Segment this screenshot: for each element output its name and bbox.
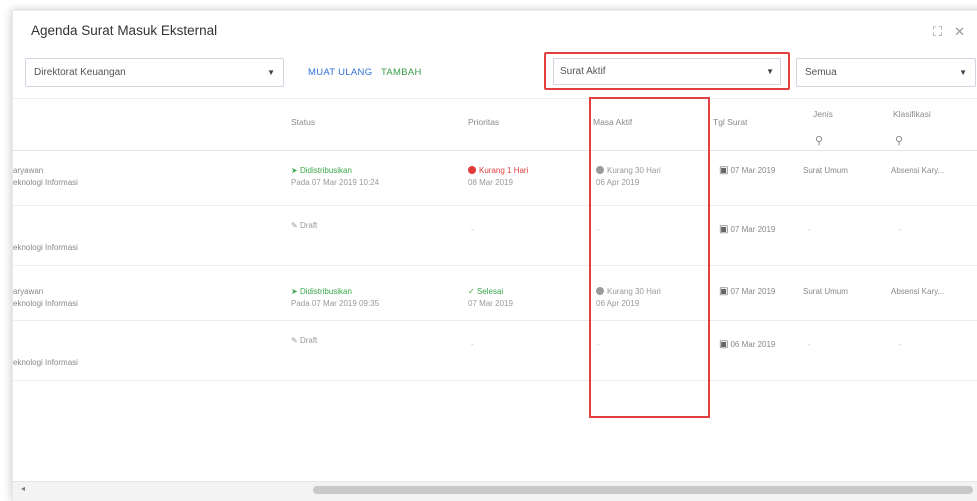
muat-ulang-button[interactable]: MUAT ULANG <box>308 67 372 78</box>
prioritas-date: 07 Mar 2019 <box>468 299 513 308</box>
page-title: Agenda Surat Masuk Eksternal <box>31 23 218 38</box>
jenis-cell: Surat Umum <box>803 166 848 175</box>
chevron-down-icon: ▼ <box>766 66 774 76</box>
direktorat-select[interactable]: Direktorat Keuangan ▼ <box>25 58 284 87</box>
expand-icon[interactable]: ⛶ <box>933 24 942 40</box>
send-icon: ➤ <box>291 166 300 175</box>
jenis-cell: Surat Umum <box>803 287 848 296</box>
status-aktif-select[interactable]: Surat Aktif ▼ <box>553 57 781 85</box>
calendar-icon: ▣ <box>719 286 729 297</box>
row-unit: eknologi Informasi <box>13 299 78 308</box>
masa-cell: Kurang 30 Hari <box>596 165 661 177</box>
col-jenis[interactable]: Jenis <box>813 109 833 119</box>
status-aktif-value: Surat Aktif <box>560 65 606 77</box>
table-header: Status Prioritas Masa Aktif Tgl Surat Je… <box>13 98 977 151</box>
prioritas-date: 08 Mar 2019 <box>468 178 513 187</box>
chevron-down-icon: ▼ <box>959 68 967 77</box>
window-controls: ⛶ ✕ <box>933 24 965 40</box>
jenis-cell: - <box>808 225 811 234</box>
klasifikasi-cell: - <box>899 225 902 234</box>
prioritas-cell: ✓ Selesai <box>468 287 504 296</box>
pencil-icon: ✎ <box>291 221 300 230</box>
masa-date: 06 Apr 2019 <box>596 299 640 308</box>
prioritas-cell: Kurang 1 Hari <box>468 165 528 177</box>
status-cell: ✎ Draft <box>291 336 318 345</box>
jenis-cell: - <box>808 340 811 349</box>
col-masa-aktif[interactable]: Masa Aktif <box>593 117 632 127</box>
pencil-icon: ✎ <box>291 336 300 345</box>
masa-cell: Kurang 30 Hari <box>596 286 661 298</box>
semua-value: Semua <box>805 67 837 78</box>
row-unit: eknologi Informasi <box>13 243 78 252</box>
status-cell: ✎ Draft <box>291 221 318 230</box>
col-klasifikasi[interactable]: Klasifikasi <box>893 109 931 119</box>
masa-date: 06 Apr 2019 <box>596 178 640 187</box>
klasifikasi-cell: Absensi Kary... <box>891 287 945 296</box>
clock-icon <box>596 166 604 174</box>
scrollbar-thumb[interactable] <box>313 486 973 494</box>
row-name: aryawan <box>13 287 44 296</box>
clock-icon <box>596 287 604 295</box>
table-row[interactable]: aryawan eknologi Informasi ➤ Didistribus… <box>13 266 977 321</box>
table-row[interactable]: eknologi Informasi ✎ Draft - - ▣ 07 Mar 2… <box>13 206 977 266</box>
masa-cell: - <box>597 225 600 234</box>
status-aktif-select-highlight[interactable]: Surat Aktif ▼ <box>544 52 790 90</box>
chevron-down-icon: ▼ <box>267 68 275 77</box>
klasifikasi-cell: Absensi Kary... <box>891 166 945 175</box>
row-unit: eknologi Informasi <box>13 358 78 367</box>
search-icon[interactable]: ⚲ <box>815 134 823 147</box>
send-icon: ➤ <box>291 287 300 296</box>
table-row[interactable]: eknologi Informasi ✎ Draft - - ▣ 06 Mar 2… <box>13 321 977 381</box>
col-prioritas[interactable]: Prioritas <box>468 117 499 127</box>
tgl-cell: ▣ 06 Mar 2019 <box>719 339 776 350</box>
calendar-icon: ▣ <box>719 224 729 235</box>
search-icon[interactable]: ⚲ <box>895 134 903 147</box>
prioritas-cell: - <box>471 340 474 349</box>
calendar-icon: ▣ <box>719 165 729 176</box>
direktorat-value: Direktorat Keuangan <box>34 67 126 78</box>
table-row[interactable]: aryawan eknologi Informasi ➤ Didistribus… <box>13 151 977 206</box>
klasifikasi-cell: - <box>899 340 902 349</box>
tgl-cell: ▣ 07 Mar 2019 <box>719 224 776 235</box>
masa-cell: - <box>597 340 600 349</box>
status-cell: ➤ Didistribusikan <box>291 287 352 296</box>
agenda-panel: Agenda Surat Masuk Eksternal ⛶ ✕ Direkto… <box>12 10 977 501</box>
horizontal-scrollbar[interactable]: ◂ <box>13 481 977 501</box>
col-tgl-surat[interactable]: Tgl Surat <box>713 117 748 127</box>
tgl-cell: ▣ 07 Mar 2019 <box>719 165 776 176</box>
calendar-icon: ▣ <box>719 339 729 350</box>
scroll-left-icon[interactable]: ◂ <box>21 484 25 493</box>
status-date: Pada 07 Mar 2019 10:24 <box>291 178 380 187</box>
tambah-button[interactable]: TAMBAH <box>381 67 422 78</box>
alert-icon <box>468 166 476 174</box>
col-status[interactable]: Status <box>291 117 315 127</box>
prioritas-cell: - <box>471 225 474 234</box>
check-icon: ✓ <box>468 287 477 296</box>
row-name: aryawan <box>13 166 44 175</box>
status-cell: ➤ Didistribusikan <box>291 166 352 175</box>
semua-select[interactable]: Semua ▼ <box>796 58 976 87</box>
status-date: Pada 07 Mar 2019 09:35 <box>291 299 380 308</box>
tgl-cell: ▣ 07 Mar 2019 <box>719 286 776 297</box>
row-unit: eknologi Informasi <box>13 178 78 187</box>
close-icon[interactable]: ✕ <box>954 24 965 40</box>
